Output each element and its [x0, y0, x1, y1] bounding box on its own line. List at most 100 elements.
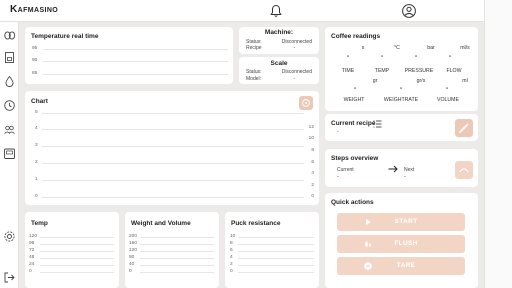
water-drop-icon[interactable]	[3, 75, 16, 88]
gridline	[238, 251, 314, 252]
chart-left-tick: 4	[35, 126, 38, 131]
arrow-right-icon	[388, 165, 398, 173]
gridline	[43, 49, 228, 50]
gridline	[238, 272, 314, 273]
current-recipe-title: Current recipe	[331, 120, 376, 127]
temp-value: -	[380, 53, 384, 60]
next-step-label: Next	[404, 167, 415, 173]
chart-left-tick: 5	[35, 110, 38, 115]
gridline	[42, 197, 304, 198]
gridline	[42, 163, 304, 164]
weight-label: WEIGHT	[343, 97, 365, 103]
flow-value: -	[448, 53, 452, 60]
pencil-icon	[459, 123, 469, 133]
gridline	[140, 237, 214, 238]
espresso-machine-icon[interactable]	[3, 51, 16, 64]
machine-recipe-value: -	[293, 45, 295, 51]
edit-recipe-button[interactable]	[455, 119, 473, 137]
gridline	[140, 258, 214, 259]
weight-chart-tick: 120	[129, 248, 138, 253]
chart-card: Chart 5 4 3 2 1 0 12 10 8 6 4 2 0	[25, 91, 319, 205]
machine-recipe-label: Recipe	[246, 45, 262, 51]
skip-icon	[459, 168, 469, 173]
temp-chart-card: Temp 120 96 72 48 24 0	[25, 212, 119, 288]
time-value: -	[346, 53, 350, 60]
user-account-icon[interactable]	[401, 3, 417, 19]
current-recipe-value: -	[337, 129, 339, 135]
gridline	[40, 237, 114, 238]
temp-unit: °C	[394, 45, 400, 51]
chart-settings-button[interactable]	[299, 96, 313, 110]
weight-chart-tick: 80	[129, 255, 135, 260]
flow-unit: ml/s	[460, 45, 470, 51]
chart-left-tick: 2	[35, 160, 38, 165]
scale-title: Scale	[270, 60, 288, 67]
machine-title: Machine:	[264, 29, 294, 36]
scale-model-value: -	[293, 76, 295, 82]
chart-title: Chart	[31, 98, 48, 105]
weight-chart-tick: 40	[129, 262, 135, 267]
quick-actions-title: Quick actions	[331, 199, 374, 206]
weight-volume-chart-title: Weight and Volume	[131, 220, 191, 227]
skip-step-button[interactable]	[455, 161, 473, 179]
start-button[interactable]: START	[337, 213, 465, 231]
gridline	[140, 244, 214, 245]
volume-label: VOLUME	[437, 97, 459, 103]
machine-card: Machine: Status: Disconnected Recipe -	[239, 27, 319, 54]
list-icon	[373, 120, 382, 128]
chart-left-tick: 1	[35, 177, 38, 182]
gridline	[40, 272, 114, 273]
scale-icon[interactable]	[3, 147, 16, 160]
puck-chart-tick: 4	[230, 255, 233, 260]
chart-reset-icon	[302, 99, 310, 107]
pressure-value: -	[414, 53, 418, 60]
gridline	[42, 113, 304, 114]
temp-chart-tick: 24	[29, 262, 35, 267]
temp-chart-tick: 120	[29, 234, 38, 239]
temp-label: TEMP	[374, 68, 390, 74]
logout-icon[interactable]	[3, 271, 16, 284]
puck-resistance-chart-title: Puck resistance	[231, 220, 281, 227]
time-label: TIME	[341, 68, 355, 74]
puck-chart-tick: 6	[230, 248, 233, 253]
top-bar: Kafmasino	[0, 0, 512, 22]
weight-chart-tick: 0	[129, 269, 132, 274]
current-step-value: -	[337, 174, 339, 180]
gridline	[238, 258, 314, 259]
temp-chart-tick: 96	[29, 241, 35, 246]
settings-gear-icon[interactable]	[3, 230, 16, 243]
scale-model-label: Model:	[246, 76, 262, 82]
temperature-card-title: Temperature real time	[31, 33, 99, 40]
gridline	[42, 146, 304, 147]
puck-chart-tick: 10	[230, 234, 236, 239]
flush-button[interactable]: FLUSH	[337, 235, 465, 253]
steps-overview-title: Steps overview	[331, 155, 379, 162]
time-unit: s	[361, 45, 365, 51]
pressure-label: PRESSURE	[404, 68, 434, 74]
bell-icon[interactable]	[268, 3, 284, 19]
chart-right-tick: 6	[311, 160, 314, 165]
gridline	[40, 251, 114, 252]
coffee-beans-icon[interactable]	[3, 29, 16, 42]
temp-chart-tick: 48	[29, 255, 35, 260]
coffee-readings-title: Coffee readings	[331, 33, 381, 40]
weight-chart-tick: 160	[129, 241, 138, 246]
volume-value: -	[445, 85, 449, 92]
history-icon[interactable]	[3, 99, 16, 112]
puck-resistance-chart-card: Puck resistance 10 8 6 4 2 0	[225, 212, 319, 288]
weightrate-unit: gr/s	[416, 78, 426, 84]
scale-status-value: Disconnected	[281, 69, 312, 75]
gridline	[40, 244, 114, 245]
users-icon[interactable]	[3, 123, 16, 136]
gridline	[238, 244, 314, 245]
temp-chart-title: Temp	[31, 220, 48, 227]
puck-chart-tick: 8	[230, 241, 233, 246]
scale-card: Scale Status: Disconnected Model: -	[239, 57, 319, 84]
chart-left-tick: 0	[35, 194, 38, 199]
chart-right-tick: 4	[311, 171, 314, 176]
gridline	[40, 258, 114, 259]
tare-button[interactable]: TARE	[337, 257, 465, 275]
steps-overview-card: Steps overview Current - Next -	[325, 149, 478, 187]
gridline	[43, 61, 228, 62]
flow-label: FLOW	[446, 68, 462, 74]
